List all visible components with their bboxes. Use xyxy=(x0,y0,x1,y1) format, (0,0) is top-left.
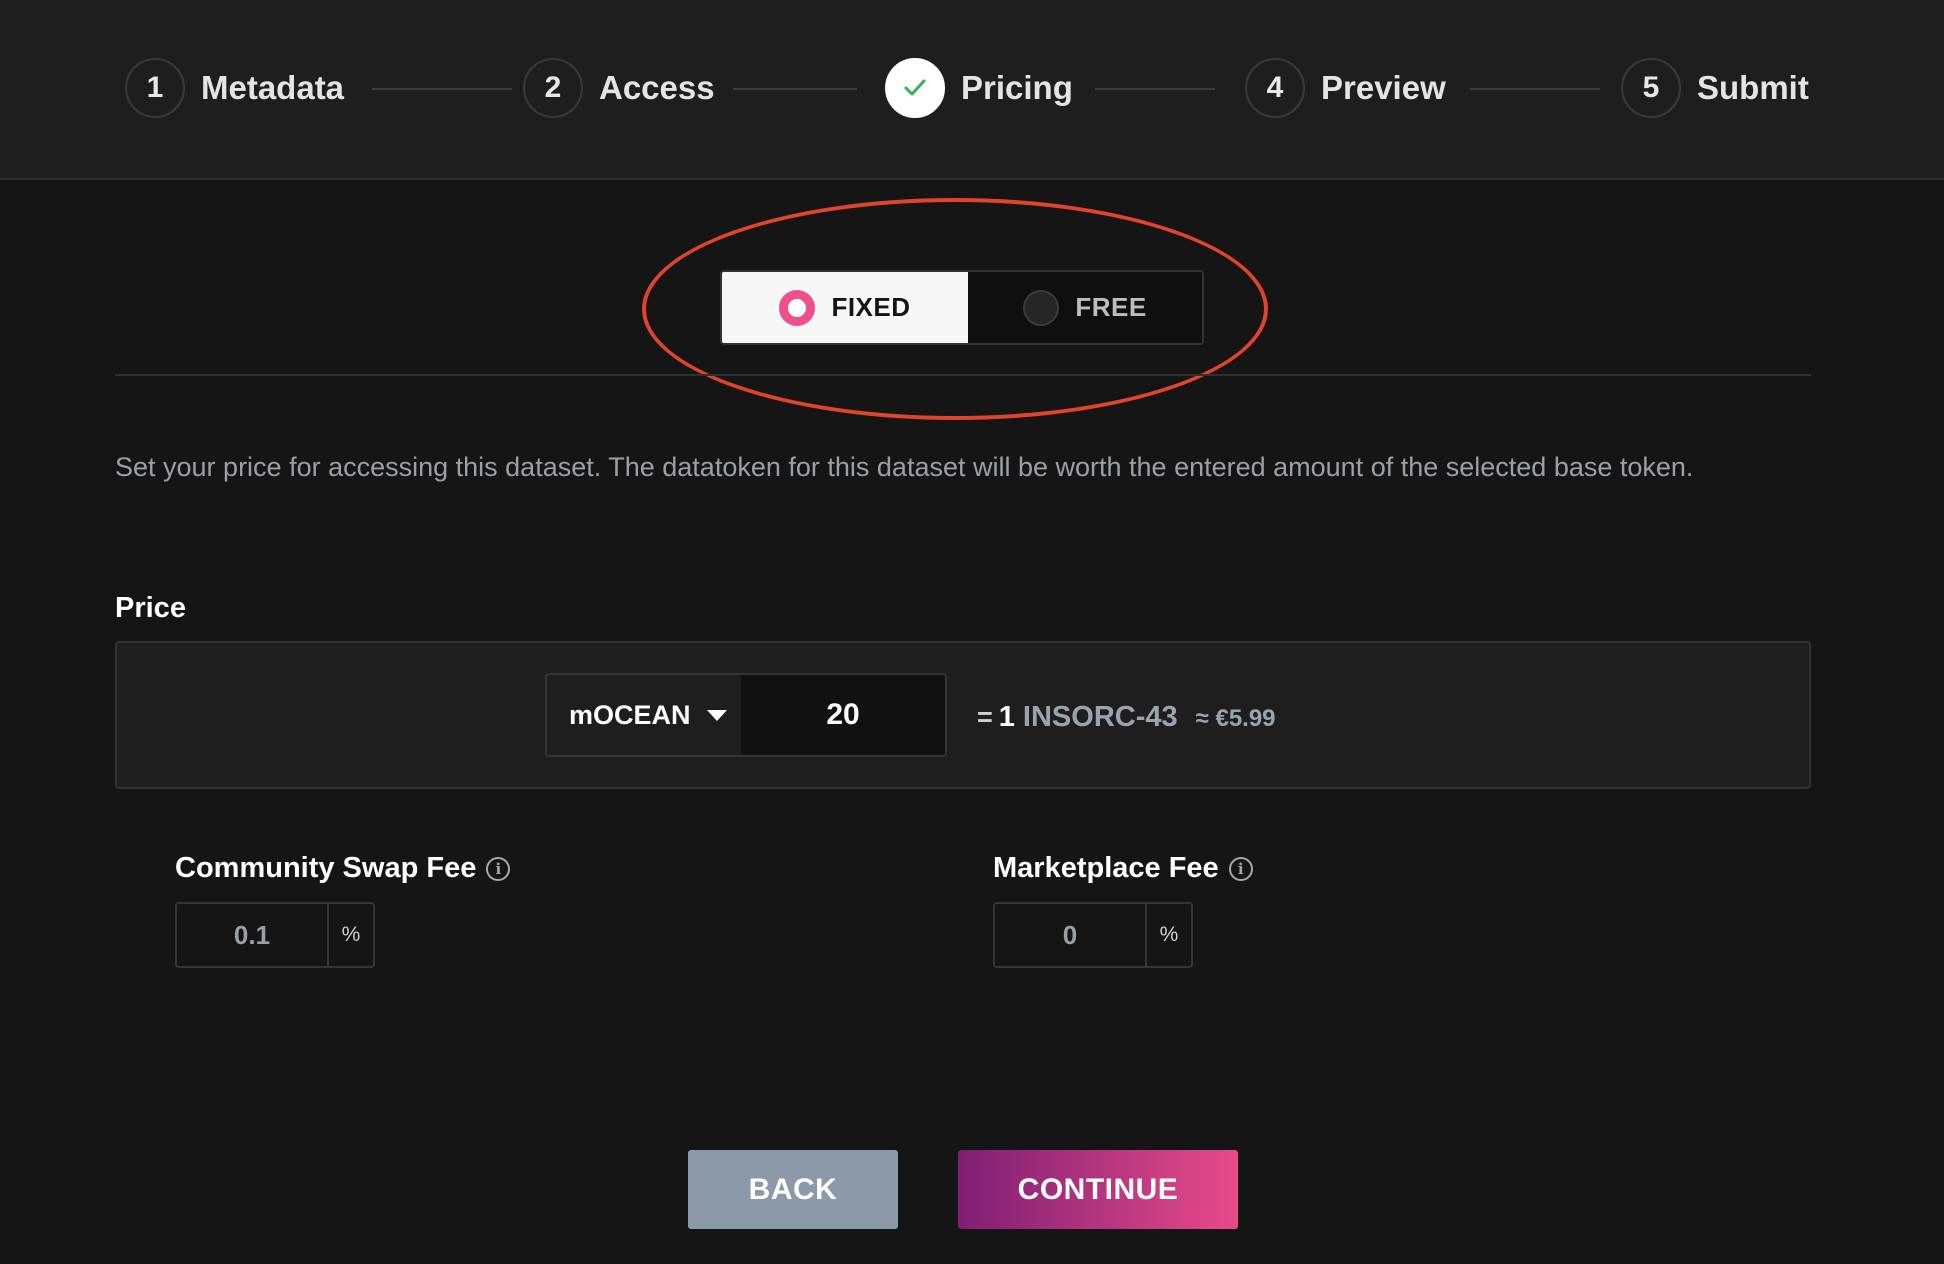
step-number: 2 xyxy=(523,58,583,118)
step-pricing[interactable]: Pricing xyxy=(885,57,1073,119)
fee-unit: % xyxy=(327,904,373,966)
fee-label-text: Marketplace Fee xyxy=(993,852,1219,884)
step-submit[interactable]: 5 Submit xyxy=(1621,57,1809,119)
conversion-amount: 1 xyxy=(998,701,1015,733)
info-icon[interactable]: i xyxy=(1228,856,1253,881)
datatoken-symbol: INSORC-43 xyxy=(1022,701,1178,733)
section-divider xyxy=(115,374,1811,376)
marketplace-fee-label: Marketplace Fee i xyxy=(993,852,1253,885)
step-label: Preview xyxy=(1321,69,1446,106)
radio-unselected-icon xyxy=(1023,289,1060,326)
radio-selected-icon xyxy=(779,289,816,326)
check-icon xyxy=(904,79,926,96)
pricing-option-fixed[interactable]: FIXED xyxy=(722,272,968,343)
step-label: Submit xyxy=(1697,69,1809,106)
step-number: 1 xyxy=(125,58,185,118)
step-label: Pricing xyxy=(961,69,1073,106)
pricing-type-toggle: FIXED FREE xyxy=(720,270,1204,345)
community-swap-fee-label: Community Swap Fee i xyxy=(175,852,511,885)
option-label: FREE xyxy=(1075,292,1147,322)
step-connector xyxy=(372,88,512,90)
step-connector xyxy=(1470,88,1600,90)
price-input[interactable] xyxy=(741,673,947,757)
step-number: 4 xyxy=(1245,58,1305,118)
step-connector xyxy=(1095,88,1215,90)
community-swap-fee-input[interactable] xyxy=(177,904,327,966)
step-metadata[interactable]: 1 Metadata xyxy=(125,57,344,119)
option-label: FIXED xyxy=(831,292,911,322)
step-connector xyxy=(733,88,857,90)
conversion-equals: = xyxy=(977,702,993,732)
back-button[interactable]: BACK xyxy=(688,1150,898,1229)
fee-label-text: Community Swap Fee xyxy=(175,852,477,884)
price-label: Price xyxy=(115,592,186,624)
wizard-stepper: 1 Metadata 2 Access Pricing 4 Preview 5 … xyxy=(0,0,1944,180)
step-label: Metadata xyxy=(201,69,345,106)
base-token-value: mOCEAN xyxy=(569,699,691,730)
step-label: Access xyxy=(599,69,715,106)
info-icon[interactable]: i xyxy=(486,856,511,881)
pricing-help-text: Set your price for accessing this datase… xyxy=(115,452,1694,482)
price-panel: mOCEAN = 1 INSORC-43 ≈ €5.99 xyxy=(115,641,1811,789)
pricing-option-free[interactable]: FREE xyxy=(968,272,1202,343)
community-swap-fee-field: % xyxy=(175,902,375,968)
fee-unit: % xyxy=(1145,904,1191,966)
marketplace-fee-field: % xyxy=(993,902,1193,968)
marketplace-fee-input[interactable] xyxy=(995,904,1145,966)
base-token-select[interactable]: mOCEAN xyxy=(545,673,743,757)
fiat-estimate: ≈ €5.99 xyxy=(1195,705,1276,732)
datatoken-conversion: = 1 INSORC-43 ≈ €5.99 xyxy=(977,701,1276,734)
step-completed-badge xyxy=(885,58,945,118)
step-access[interactable]: 2 Access xyxy=(523,57,715,119)
step-number: 5 xyxy=(1621,58,1681,118)
continue-button[interactable]: CONTINUE xyxy=(958,1150,1238,1229)
caret-down-icon xyxy=(706,709,727,721)
step-preview[interactable]: 4 Preview xyxy=(1245,57,1446,119)
